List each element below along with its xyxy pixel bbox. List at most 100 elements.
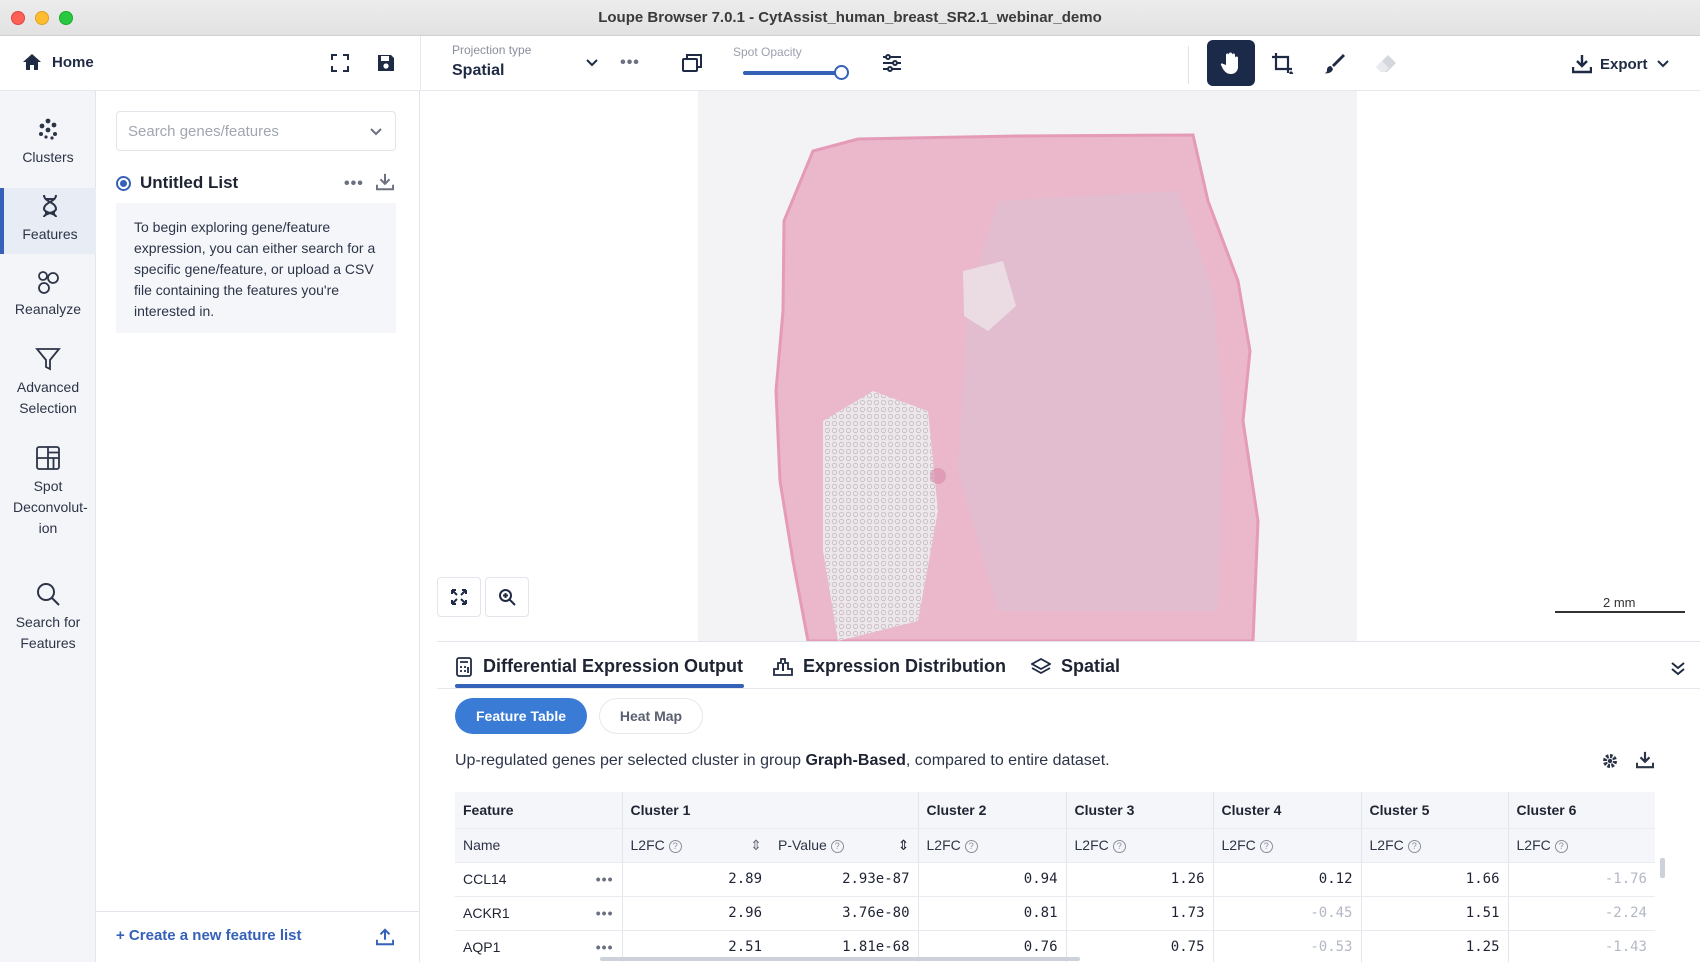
sort-asc-icon[interactable]: ⇕	[898, 837, 910, 854]
fit-view-button[interactable]	[437, 577, 481, 617]
spot-opacity-label: Spot Opacity	[733, 45, 802, 59]
subheader-c4-l2fc[interactable]: L2FC?	[1212, 828, 1361, 863]
row-more-button[interactable]: •••	[596, 939, 614, 955]
nav-label-reanalyze: Reanalyze	[14, 301, 82, 317]
lasso-select-tool-button[interactable]	[1269, 50, 1295, 76]
help-icon[interactable]: ?	[1259, 840, 1273, 853]
feature-search-input[interactable]: Search genes/features	[116, 111, 396, 151]
table-horizontal-scrollbar[interactable]	[600, 957, 1080, 961]
nav-item-search-features[interactable]: Search for Features	[0, 580, 96, 651]
save-button[interactable]	[373, 50, 399, 76]
list-radio-button[interactable]	[116, 176, 131, 191]
feature-name-cell[interactable]: CCL14 •••	[455, 862, 622, 897]
help-icon[interactable]: ?	[668, 839, 682, 853]
table-group-header: Feature Cluster 1 Cluster 2 Cluster 3 Cl…	[455, 792, 1655, 829]
scale-bar	[1555, 611, 1685, 613]
feature-name-cell[interactable]: ACKR1 •••	[455, 896, 622, 931]
nav-label-advanced-selection: Advanced Selection	[16, 379, 80, 416]
sort-icon[interactable]: ⇕	[750, 837, 762, 854]
clusters-icon	[39, 118, 57, 140]
projection-type-label: Projection type	[452, 43, 532, 57]
search-icon	[37, 583, 60, 606]
list-more-button[interactable]: •••	[344, 175, 364, 193]
help-icon[interactable]: ?	[964, 840, 978, 853]
create-feature-list-link[interactable]: + Create a new feature list	[116, 927, 302, 944]
feature-list-panel: Search genes/features Untitled List ••• …	[96, 91, 420, 962]
spatial-viewer[interactable]	[421, 91, 1700, 641]
table-vertical-scrollbar[interactable]	[1660, 858, 1665, 878]
tab-label-expression-distribution: Expression Distribution	[803, 656, 1007, 676]
nav-item-spot-deconvolution[interactable]: Spot Deconvolut-ion	[0, 444, 96, 548]
desc-prefix: Up-regulated genes per selected cluster …	[455, 752, 806, 769]
filter-icon	[35, 348, 61, 371]
nav-item-reanalyze[interactable]: Reanalyze	[0, 267, 96, 329]
fullscreen-button[interactable]	[327, 50, 353, 76]
header-cluster-3: Cluster 3	[1065, 792, 1213, 829]
c5-l2fc-cell: 1.66	[1360, 862, 1508, 897]
download-icon[interactable]	[376, 173, 394, 191]
subheader-c2-l2fc[interactable]: L2FC?	[917, 828, 1066, 863]
table-sub-header: Name L2FC? ⇕ P-Value? ⇕ L2FC? L2FC? L2FC? …	[455, 828, 1655, 863]
subheader-c1-pvalue[interactable]: P-Value? ⇕	[770, 828, 918, 863]
feature-panel-footer: + Create a new feature list	[96, 911, 419, 962]
subheader-c1-l2fc[interactable]: L2FC? ⇕	[621, 828, 770, 863]
tab-spatial[interactable]: Spatial	[1031, 656, 1120, 677]
subtab-feature-table[interactable]: Feature Table	[455, 698, 587, 734]
nav-label-features: Features	[22, 226, 78, 242]
subheader-c5-l2fc[interactable]: L2FC?	[1360, 828, 1508, 863]
upload-icon[interactable]	[376, 928, 394, 946]
row-more-button[interactable]: •••	[596, 871, 614, 887]
c4-l2fc-cell: -0.45	[1212, 896, 1361, 931]
scale-bar-label: 2 mm	[1603, 595, 1636, 610]
home-button[interactable]: Home	[22, 53, 94, 71]
pan-tool-button[interactable]	[1207, 40, 1255, 86]
export-button[interactable]: Export	[1572, 54, 1670, 74]
tissue-image	[774, 133, 1260, 641]
collapse-panel-icon[interactable]	[1670, 660, 1686, 676]
spot-opacity-slider-thumb[interactable]	[834, 65, 849, 80]
c5-l2fc-cell: 1.51	[1360, 896, 1508, 931]
table-row[interactable]: CCL14 ••• 2.89 2.93e-87 0.94 1.26 0.12 1.…	[455, 862, 1655, 897]
table-row[interactable]: ACKR1 ••• 2.96 3.76e-80 0.81 1.73 -0.45 1…	[455, 896, 1655, 931]
help-icon[interactable]: ?	[1407, 840, 1421, 853]
help-icon[interactable]: ?	[1554, 840, 1568, 853]
eraser-tool-button[interactable]	[1373, 50, 1399, 76]
left-navigation: Clusters Features Reanalyze Advanced Sel…	[0, 91, 96, 962]
layers-icon	[682, 54, 702, 72]
row-more-button[interactable]: •••	[596, 905, 614, 921]
brush-tool-button[interactable]	[1321, 50, 1347, 76]
gear-icon[interactable]	[1601, 752, 1619, 770]
c1-l2fc-cell: 2.89	[621, 862, 770, 897]
help-icon[interactable]: ?	[830, 839, 844, 853]
feature-table: Feature Cluster 1 Cluster 2 Cluster 3 Cl…	[455, 792, 1655, 962]
download-icon	[1572, 55, 1592, 74]
nav-item-advanced-selection[interactable]: Advanced Selection	[0, 345, 96, 429]
spot-opacity-track[interactable]	[743, 71, 843, 75]
subheader-c6-l2fc[interactable]: L2FC?	[1507, 828, 1655, 863]
projection-dropdown-button[interactable]	[579, 50, 605, 76]
tab-expression-distribution[interactable]: Expression Distribution	[773, 656, 1006, 677]
feature-name-cell[interactable]: AQP1 •••	[455, 930, 622, 962]
help-icon[interactable]: ?	[1112, 840, 1126, 853]
subtab-heat-map[interactable]: Heat Map	[599, 698, 703, 734]
projection-type-select[interactable]: Spatial	[452, 62, 504, 80]
home-icon	[23, 54, 41, 70]
view-settings-button[interactable]	[879, 50, 905, 76]
nav-item-clusters[interactable]: Clusters	[0, 115, 96, 177]
layers-button[interactable]	[679, 50, 705, 76]
window-title: Loupe Browser 7.0.1 - CytAssist_human_br…	[598, 9, 1102, 26]
nav-item-features[interactable]: Features	[0, 188, 96, 254]
tab-label-differential-expression: Differential Expression Output	[483, 656, 744, 676]
download-icon[interactable]	[1636, 751, 1654, 769]
projection-more-button[interactable]: •••	[617, 50, 643, 76]
subheader-name[interactable]: Name	[455, 828, 622, 863]
zoom-button[interactable]	[485, 577, 529, 617]
c1-l2fc-cell: 2.96	[621, 896, 770, 931]
header-cluster-6: Cluster 6	[1507, 792, 1655, 829]
c6-l2fc-cell: -2.24	[1507, 896, 1655, 931]
c1-pvalue-cell: 3.76e-80	[770, 896, 918, 931]
calculator-icon	[456, 656, 472, 677]
subheader-c3-l2fc[interactable]: L2FC?	[1065, 828, 1213, 863]
c1-pvalue-cell: 2.93e-87	[770, 862, 918, 897]
tab-differential-expression[interactable]: Differential Expression Output	[455, 656, 743, 677]
